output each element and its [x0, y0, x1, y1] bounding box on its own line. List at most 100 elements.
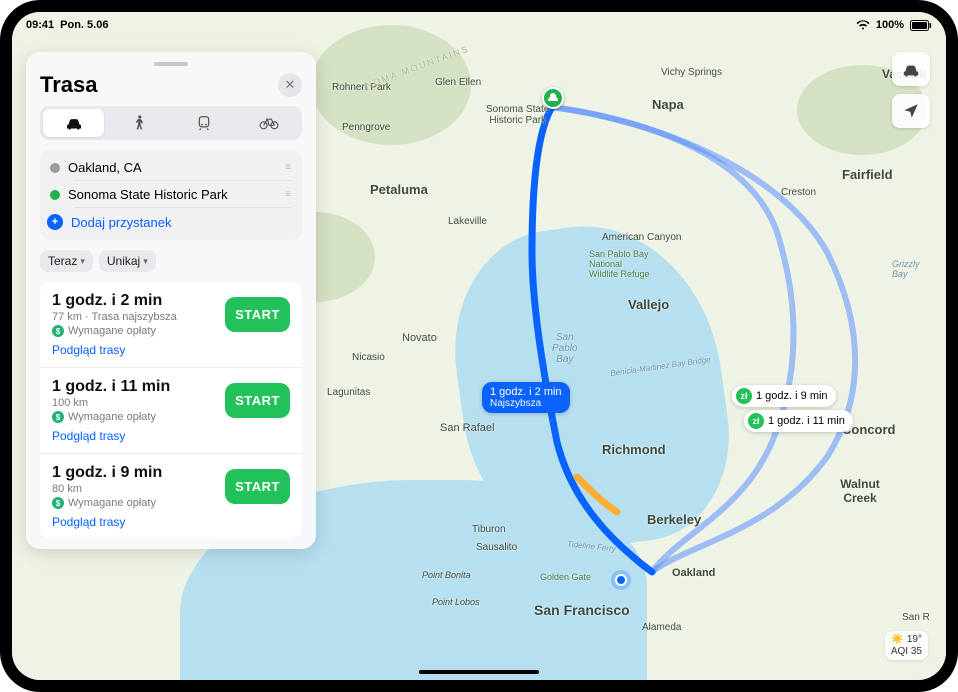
toll-icon: $: [52, 325, 64, 337]
route-card[interactable]: 1 godz. i 2 min 77 km · Trasa najszybsza…: [40, 282, 302, 368]
city-label: Lagunitas: [327, 387, 370, 398]
route-list: 1 godz. i 2 min 77 km · Trasa najszybsza…: [40, 282, 302, 539]
bike-icon: [259, 116, 279, 130]
city-label: Richmond: [602, 442, 666, 457]
when-label: Teraz: [48, 254, 77, 268]
tab-car[interactable]: [43, 109, 104, 137]
city-label: Novato: [402, 332, 437, 344]
city-label: Petaluma: [370, 182, 428, 197]
start-button[interactable]: START: [225, 297, 290, 332]
when-chip[interactable]: Teraz ▾: [40, 250, 93, 272]
chevron-down-icon: ▾: [143, 256, 148, 267]
tab-walk[interactable]: [108, 109, 169, 137]
city-label: Glen Ellen: [435, 77, 481, 88]
toll-icon: $: [52, 497, 64, 509]
route-time: 1 godz. i 2 min: [52, 292, 217, 310]
plus-icon: +: [47, 214, 63, 230]
route-dist: 100 km: [52, 397, 217, 409]
route-badge-alt[interactable]: zł 1 godz. i 9 min: [732, 385, 836, 407]
city-label: Fairfield: [842, 167, 893, 182]
stop-destination[interactable]: Sonoma State Historic Park ≡: [40, 181, 302, 208]
route-preview-link[interactable]: Podgląd trasy: [52, 343, 217, 357]
ipad-frame: 09:41 Pon. 5.06 100%: [0, 0, 958, 692]
status-bar: 09:41 Pon. 5.06 100%: [12, 12, 946, 34]
locate-button[interactable]: [892, 94, 930, 128]
stop-origin[interactable]: Oakland, CA ≡: [40, 154, 302, 181]
tab-bike[interactable]: [238, 109, 299, 137]
water-label: Grizzly Bay: [892, 259, 920, 279]
city-label: San Francisco: [534, 602, 630, 618]
transit-icon: [197, 115, 211, 131]
avoid-chip[interactable]: Unikaj ▾: [99, 250, 156, 272]
route-tolls: Wymagane opłaty: [68, 411, 156, 423]
route-dist: 77 km · Trasa najszybsza: [52, 311, 217, 323]
city-label: Penngrove: [342, 122, 390, 133]
start-button[interactable]: START: [225, 469, 290, 504]
toll-icon: zł: [736, 388, 752, 404]
city-label: Sonoma State Historic Park: [486, 104, 549, 126]
add-stop-button[interactable]: + Dodaj przystanek: [40, 208, 302, 236]
tab-transit[interactable]: [173, 109, 234, 137]
city-label: Sausalito: [476, 542, 517, 553]
route-stops: Oakland, CA ≡ Sonoma State Historic Park…: [40, 150, 302, 240]
park-label: San Pablo Bay National Wildlife Refuge: [589, 249, 650, 279]
route-dist: 80 km: [52, 483, 217, 495]
screen: 09:41 Pon. 5.06 100%: [12, 12, 946, 680]
destination-pin-icon[interactable]: [542, 87, 564, 109]
route-time: 1 godz. i 11 min: [52, 378, 217, 396]
origin-bullet-icon: [50, 163, 60, 173]
car-icon: [64, 116, 84, 130]
route-badge-time: 1 godz. i 9 min: [756, 390, 828, 402]
route-badge-primary[interactable]: 1 godz. i 2 min Najszybsza: [482, 382, 570, 413]
location-arrow-icon: [902, 102, 920, 120]
weather-aqi: AQI 35: [891, 646, 922, 657]
city-label: Nicasio: [352, 352, 385, 363]
city-label: Walnut Creek: [830, 477, 890, 505]
route-badge-alt[interactable]: zł 1 godz. i 11 min: [744, 410, 853, 432]
city-label: Vallejo: [628, 297, 669, 312]
city-label: Point Bonita: [422, 570, 471, 580]
reorder-handle-icon[interactable]: ≡: [285, 189, 292, 200]
city-label: Creston: [781, 187, 816, 198]
current-location-dot-icon: [615, 574, 627, 586]
walk-icon: [133, 115, 145, 131]
city-label: Vichy Springs: [661, 67, 722, 78]
transport-mode-tabs: [40, 106, 302, 140]
city-label: Berkeley: [647, 512, 701, 527]
park-label: Golden Gate: [540, 572, 591, 582]
wifi-icon: [856, 20, 870, 30]
weather-chip[interactable]: ☀️ 19° AQI 35: [885, 631, 928, 660]
route-preview-link[interactable]: Podgląd trasy: [52, 429, 217, 443]
toll-icon: $: [52, 411, 64, 423]
close-button[interactable]: ✕: [278, 73, 302, 97]
panel-title: Trasa: [40, 72, 98, 98]
route-preview-link[interactable]: Podgląd trasy: [52, 515, 217, 529]
city-label: Alameda: [642, 622, 681, 633]
home-indicator[interactable]: [419, 670, 539, 674]
route-badge-time: 1 godz. i 2 min: [490, 386, 562, 398]
route-card[interactable]: 1 godz. i 9 min 80 km $Wymagane opłaty P…: [40, 454, 302, 539]
route-badge-time: 1 godz. i 11 min: [768, 415, 845, 427]
route-option-chips: Teraz ▾ Unikaj ▾: [36, 250, 306, 282]
stop-label: Sonoma State Historic Park: [68, 187, 228, 202]
map-mode-button[interactable]: [892, 52, 930, 86]
route-tolls: Wymagane opłaty: [68, 325, 156, 337]
destination-bullet-icon: [50, 190, 60, 200]
route-time: 1 godz. i 9 min: [52, 464, 217, 482]
sun-icon: ☀️: [891, 634, 903, 645]
reorder-handle-icon[interactable]: ≡: [285, 162, 292, 173]
weather-temp: 19°: [907, 634, 922, 645]
city-label: American Canyon: [602, 232, 681, 243]
start-button[interactable]: START: [225, 383, 290, 418]
panel-grab-handle[interactable]: [154, 62, 188, 66]
car-icon: [901, 61, 921, 77]
city-label: Napa: [652, 97, 684, 112]
close-icon: ✕: [285, 77, 296, 93]
city-label: San R: [902, 612, 930, 623]
city-label: Point Lobos: [432, 597, 480, 607]
avoid-label: Unikaj: [107, 254, 140, 268]
water-label: San Pablo Bay: [552, 332, 578, 365]
city-label: Tiburon: [472, 524, 506, 535]
route-card[interactable]: 1 godz. i 11 min 100 km $ Wymagane opłaty…: [40, 368, 302, 454]
city-label: Oakland: [672, 567, 715, 579]
